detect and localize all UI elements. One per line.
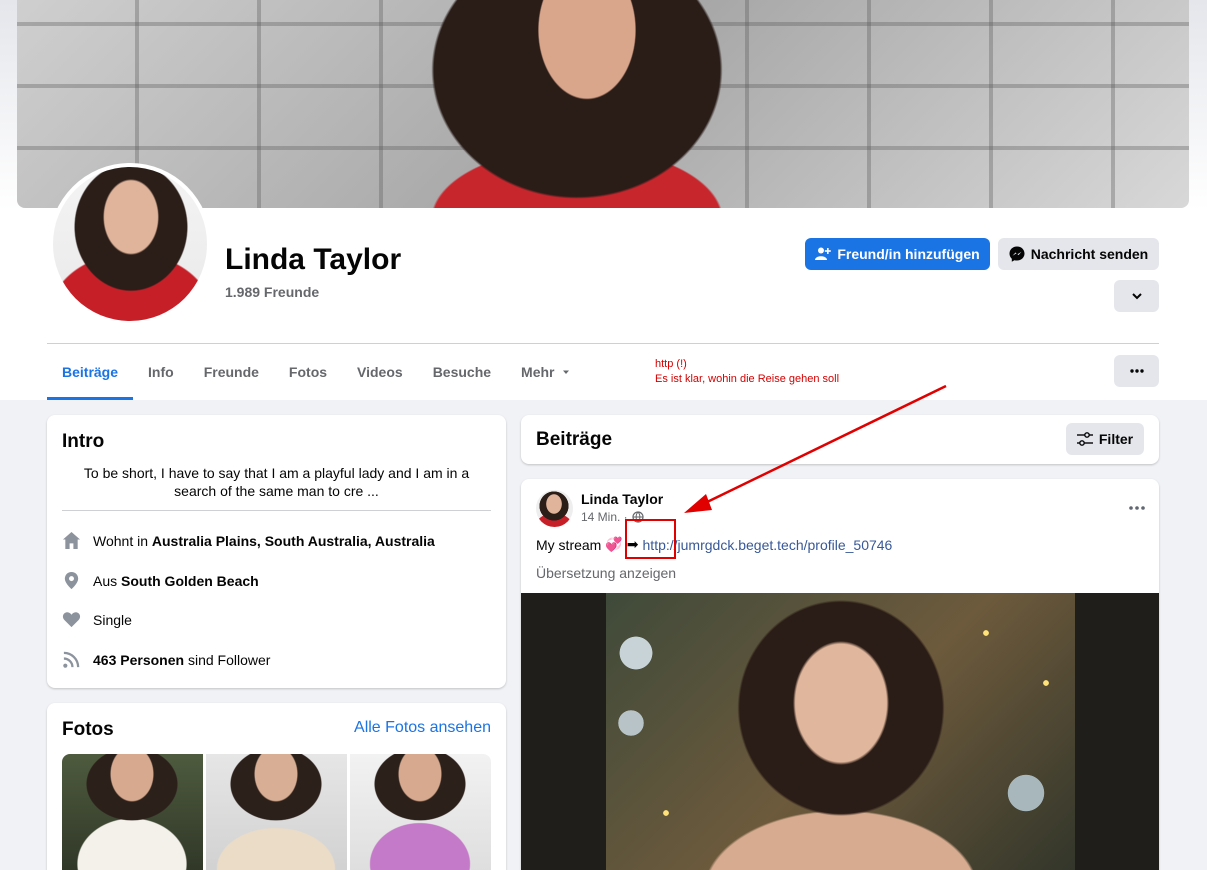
avatar: [53, 167, 207, 321]
home-icon: [62, 531, 81, 550]
intro-bio: To be short, I have to say that I am a p…: [83, 465, 470, 499]
from-value[interactable]: South Golden Beach: [121, 573, 259, 589]
caret-down-icon: [562, 370, 569, 374]
photo-thumbnail[interactable]: [350, 754, 491, 870]
more-options-button[interactable]: [1114, 280, 1159, 312]
post-text: My stream: [536, 536, 602, 553]
filter-icon: [1076, 432, 1093, 446]
ellipsis-icon: [1129, 369, 1144, 373]
info-followers: 463 Personen sind Follower: [62, 650, 270, 669]
annotation-note: http (!) Es ist klar, wohin die Reise ge…: [655, 357, 839, 387]
photos-card: Fotos Alle Fotos ansehen: [47, 703, 506, 870]
info-lives-in: Wohnt in Australia Plains, South Austral…: [62, 531, 435, 550]
add-friend-button[interactable]: Freund/in hinzufügen: [805, 238, 990, 270]
tab-freunde[interactable]: Freunde: [189, 344, 274, 400]
posts-header-card: Beiträge Filter: [521, 415, 1159, 464]
filter-button[interactable]: Filter: [1066, 423, 1144, 455]
post-photo-content: [606, 593, 1075, 870]
profile-picture[interactable]: [49, 163, 211, 325]
send-message-label: Nachricht senden: [1030, 246, 1149, 262]
intro-card: Intro To be short, I have to say that I …: [47, 415, 506, 688]
chevron-down-icon: [1131, 293, 1142, 300]
tabs-more-button[interactable]: [1114, 355, 1159, 387]
highlight-box: [625, 519, 676, 559]
ellipsis-icon: [1129, 506, 1145, 510]
tab-fotos[interactable]: Fotos: [274, 344, 342, 400]
followers-text: 463 Personen sind Follower: [93, 652, 270, 668]
messenger-icon: [1009, 246, 1025, 262]
lives-in-prefix: Wohnt in: [93, 532, 148, 549]
followers-count[interactable]: 463 Personen: [93, 652, 184, 668]
send-message-button[interactable]: Nachricht senden: [998, 238, 1159, 270]
intro-divider: [62, 510, 491, 511]
hearts-emoji: 💞: [605, 536, 623, 552]
post-options-button[interactable]: [1129, 497, 1145, 515]
photo-thumbnail[interactable]: [62, 754, 203, 870]
lives-in-value[interactable]: Australia Plains, South Australia, Austr…: [152, 533, 435, 549]
photo-thumbnail[interactable]: [206, 754, 347, 870]
filter-label: Filter: [1098, 431, 1134, 447]
posts-title: Beiträge: [536, 429, 613, 450]
intro-title: Intro: [62, 431, 105, 452]
friends-count[interactable]: 1.989 Freunde: [225, 284, 319, 300]
annotation-line-2: Es ist klar, wohin die Reise gehen soll: [655, 373, 840, 385]
annotation-line-1: http (!): [655, 358, 687, 370]
lives-in-text: Wohnt in Australia Plains, South Austral…: [93, 533, 435, 549]
photos-title: Fotos: [62, 719, 114, 740]
rss-icon: [63, 651, 80, 668]
from-text: Aus South Golden Beach: [93, 573, 259, 589]
followers-suffix: sind Follower: [187, 651, 271, 668]
tab-beitraege[interactable]: Beiträge: [47, 344, 134, 400]
from-prefix: Aus: [93, 572, 118, 589]
post-timestamp[interactable]: 14 Min. ·: [581, 510, 628, 524]
see-all-photos-link[interactable]: Alle Fotos ansehen: [354, 719, 491, 737]
tab-mehr[interactable]: Mehr: [506, 344, 585, 400]
post-link[interactable]: http://jumrgdck.beget.tech/profile_50746: [643, 537, 893, 553]
cover-photo[interactable]: [17, 0, 1189, 208]
tab-besuche[interactable]: Besuche: [418, 344, 506, 400]
heart-icon: [62, 612, 81, 628]
post-author-name[interactable]: Linda Taylor: [581, 491, 663, 507]
profile-name: Linda Taylor: [225, 243, 402, 276]
info-from: Aus South Golden Beach: [62, 571, 259, 590]
post-photo[interactable]: [521, 593, 1159, 870]
tab-mehr-label: Mehr: [521, 364, 555, 380]
see-translation-link[interactable]: Übersetzung anzeigen: [536, 565, 676, 581]
tab-info[interactable]: Info: [133, 344, 189, 400]
location-pin-icon: [64, 571, 79, 590]
relationship-status: Single: [93, 611, 132, 628]
post-author-avatar[interactable]: [536, 490, 573, 527]
add-friend-label: Freund/in hinzufügen: [837, 246, 980, 262]
add-friend-icon: [815, 247, 832, 260]
info-relationship: Single: [62, 610, 132, 629]
tab-videos[interactable]: Videos: [342, 344, 418, 400]
profile-tabs: Beiträge Info Freunde Fotos Videos Besuc…: [47, 344, 586, 400]
post-body: My stream 💞 ➡ http://jumrgdck.beget.tech…: [536, 536, 892, 553]
post-card: Linda Taylor 14 Min. · My stream 💞 ➡ htt…: [521, 479, 1159, 870]
